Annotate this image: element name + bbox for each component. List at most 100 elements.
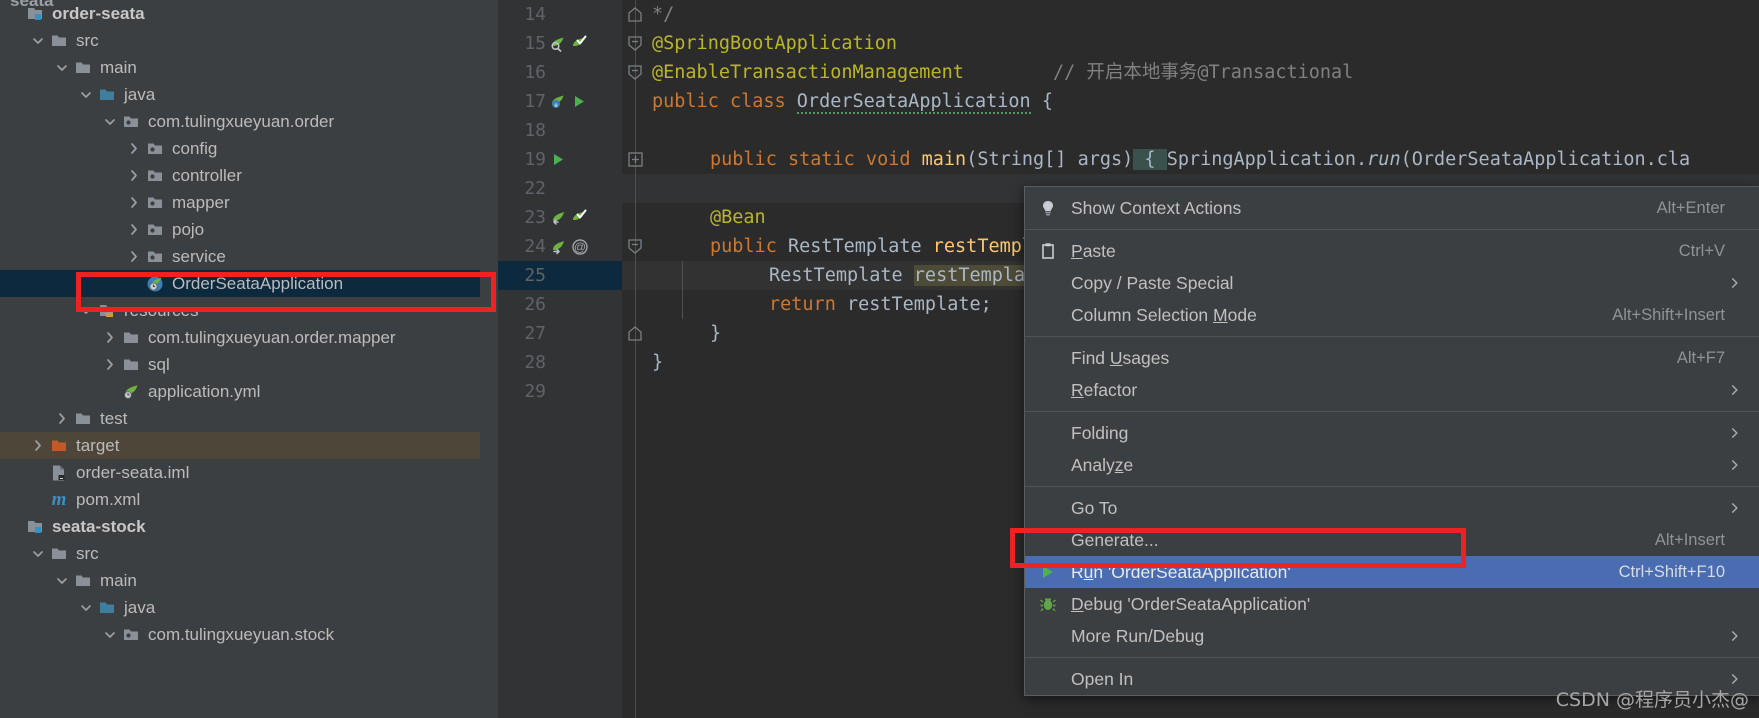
code-line-27[interactable]: } [652, 319, 721, 348]
bean-right-icon[interactable] [550, 238, 568, 256]
tree-item-main[interactable]: main [0, 54, 480, 81]
menu-item-find-usages[interactable]: Find Usages Alt+F7 [1025, 342, 1759, 374]
code-line-19[interactable]: public static void main(String[] args) {… [652, 145, 1690, 174]
menu-item-refactor[interactable]: Refactor [1025, 374, 1759, 406]
tree-item-controller[interactable]: controller [0, 162, 480, 189]
chevron-right-icon[interactable] [100, 324, 120, 351]
chevron-right-icon[interactable] [124, 135, 144, 162]
bean-check-icon[interactable] [571, 35, 589, 53]
menu-item-folding[interactable]: Folding [1025, 417, 1759, 449]
chevron-right-icon[interactable] [124, 189, 144, 216]
fold-end-icon[interactable] [622, 0, 648, 29]
gutter-icon-group[interactable]: e [550, 87, 618, 116]
menu-icon-placeholder [1025, 620, 1071, 652]
chevron-down-icon[interactable] [28, 540, 48, 567]
code-keyword-public-class: public class [652, 91, 797, 112]
chevron-down-icon[interactable] [76, 81, 96, 108]
tree-item-label: com.tulingxueyuan.order [148, 112, 335, 131]
tree-item-com-tulingxueyuan-order-mapper[interactable]: com.tulingxueyuan.order.mapper [0, 324, 480, 351]
code-line-16[interactable]: @EnableTransactionManagement // 开启本地事务@T… [652, 58, 1353, 87]
menu-item-column-selection-mode[interactable]: Column Selection Mode Alt+Shift+Insert [1025, 299, 1759, 331]
fold-end-icon[interactable] [622, 319, 648, 348]
tree-item-resources[interactable]: resources [0, 297, 480, 324]
menu-item-label: Folding [1071, 422, 1129, 443]
tree-item-target[interactable]: target [0, 432, 480, 459]
gutter-icon-group[interactable]: @ [550, 232, 618, 261]
chevron-down-icon[interactable] [100, 108, 120, 135]
code-keyword-return: return [769, 294, 847, 315]
chevron-down-icon[interactable] [52, 54, 72, 81]
code-line-28[interactable]: } [652, 348, 663, 377]
chevron-right-icon[interactable] [124, 216, 144, 243]
menu-item-show-context-actions[interactable]: Show Context Actions Alt+Enter [1025, 192, 1759, 224]
chevron-right-icon[interactable] [52, 405, 72, 432]
menu-item-go-to[interactable]: Go To [1025, 492, 1759, 524]
fold-open-icon[interactable] [622, 58, 648, 87]
bean-left-icon[interactable] [550, 209, 568, 227]
chevron-down-icon[interactable] [52, 567, 72, 594]
editor-context-menu[interactable]: Show Context Actions Alt+Enter Paste Ctrl+V… [1024, 186, 1759, 696]
menu-item-paste[interactable]: Paste Ctrl+V [1025, 235, 1759, 267]
menu-item-more-run-debug[interactable]: More Run/Debug [1025, 620, 1759, 652]
tree-item-pojo[interactable]: pojo [0, 216, 480, 243]
fold-plus-icon[interactable] [622, 145, 648, 174]
tree-item-com-tulingxueyuan-stock[interactable]: com.tulingxueyuan.stock [0, 621, 480, 648]
code-line-17[interactable]: public class OrderSeataApplication { [652, 87, 1053, 116]
code-line-23[interactable]: @Bean [652, 203, 766, 232]
project-tree-panel[interactable]: seata order-seata src main java com.tulingxu… [0, 0, 480, 718]
tree-item-com-tulingxueyuan-order[interactable]: com.tulingxueyuan.order [0, 108, 480, 135]
chevron-down-icon[interactable] [100, 621, 120, 648]
bean-check-icon[interactable] [571, 209, 589, 227]
gutter-icon-group[interactable] [550, 203, 618, 232]
tree-item-sql[interactable]: sql [0, 351, 480, 378]
tree-item-src[interactable]: src [0, 27, 480, 54]
run-arrow-icon [1025, 556, 1071, 588]
tree-item-mapper[interactable]: mapper [0, 189, 480, 216]
tree-item-orderseataapplication[interactable]: OrderSeataApplication [0, 270, 480, 297]
line-number: 18 [524, 120, 546, 141]
line-number: 25 [524, 265, 546, 286]
chevron-down-icon[interactable] [76, 297, 96, 324]
menu-item-analyze[interactable]: Analyze [1025, 449, 1759, 481]
run-arrow-icon[interactable] [550, 151, 567, 168]
tree-item-test[interactable]: test [0, 405, 480, 432]
tree-item-src[interactable]: src [0, 540, 480, 567]
chevron-down-icon[interactable] [28, 27, 48, 54]
gutter-icon-group[interactable] [550, 145, 618, 174]
code-run-args: (OrderSeataApplication.cla [1400, 149, 1691, 170]
tree-item-seata-stock[interactable]: seata-stock [0, 513, 480, 540]
fold-open-icon[interactable] [622, 29, 648, 58]
chevron-right-icon[interactable] [28, 432, 48, 459]
at-symbol-icon[interactable]: @ [571, 238, 589, 256]
code-return-value: restTemplate; [846, 294, 992, 315]
tree-item-main[interactable]: main [0, 567, 480, 594]
bean-search-icon[interactable] [550, 35, 568, 53]
menu-item-generate[interactable]: Generate... Alt+Insert [1025, 524, 1759, 556]
tree-item-label: pom.xml [76, 490, 141, 509]
gutter-icon-group[interactable] [550, 29, 618, 58]
menu-item-copy-paste-special[interactable]: Copy / Paste Special [1025, 267, 1759, 299]
menu-item-run-orderseataapplication[interactable]: Run 'OrderSeataApplication' Ctrl+Shift+F1… [1025, 556, 1759, 588]
run-arrow-icon[interactable] [571, 93, 588, 110]
code-line-15[interactable]: @SpringBootApplication [652, 29, 897, 58]
code-line-14[interactable]: */ [652, 0, 674, 29]
tree-item-application-yml[interactable]: application.yml [0, 378, 480, 405]
code-line-26[interactable]: return restTemplate; [652, 290, 992, 319]
menu-icon-placeholder [1025, 492, 1071, 524]
tree-item-service[interactable]: service [0, 243, 480, 270]
tree-item-config[interactable]: config [0, 135, 480, 162]
tree-item-order-seata[interactable]: order-seata [0, 0, 480, 27]
tree-item-java[interactable]: java [0, 81, 480, 108]
tree-item-order-seata-iml[interactable]: order-seata.iml [0, 459, 480, 486]
tree-item-java[interactable]: java [0, 594, 480, 621]
chevron-down-icon[interactable] [76, 594, 96, 621]
tree-item-pom-xml[interactable]: m pom.xml [0, 486, 480, 513]
chevron-right-icon[interactable] [124, 162, 144, 189]
chevron-right-icon[interactable] [100, 351, 120, 378]
source-root-icon [96, 594, 118, 621]
menu-item-debug-orderseataapplication[interactable]: Debug 'OrderSeataApplication' [1025, 588, 1759, 620]
tree-item-label: java [124, 598, 156, 617]
spring-bean-icon[interactable]: e [550, 93, 568, 111]
fold-open-icon[interactable] [622, 232, 648, 261]
chevron-right-icon[interactable] [124, 243, 144, 270]
